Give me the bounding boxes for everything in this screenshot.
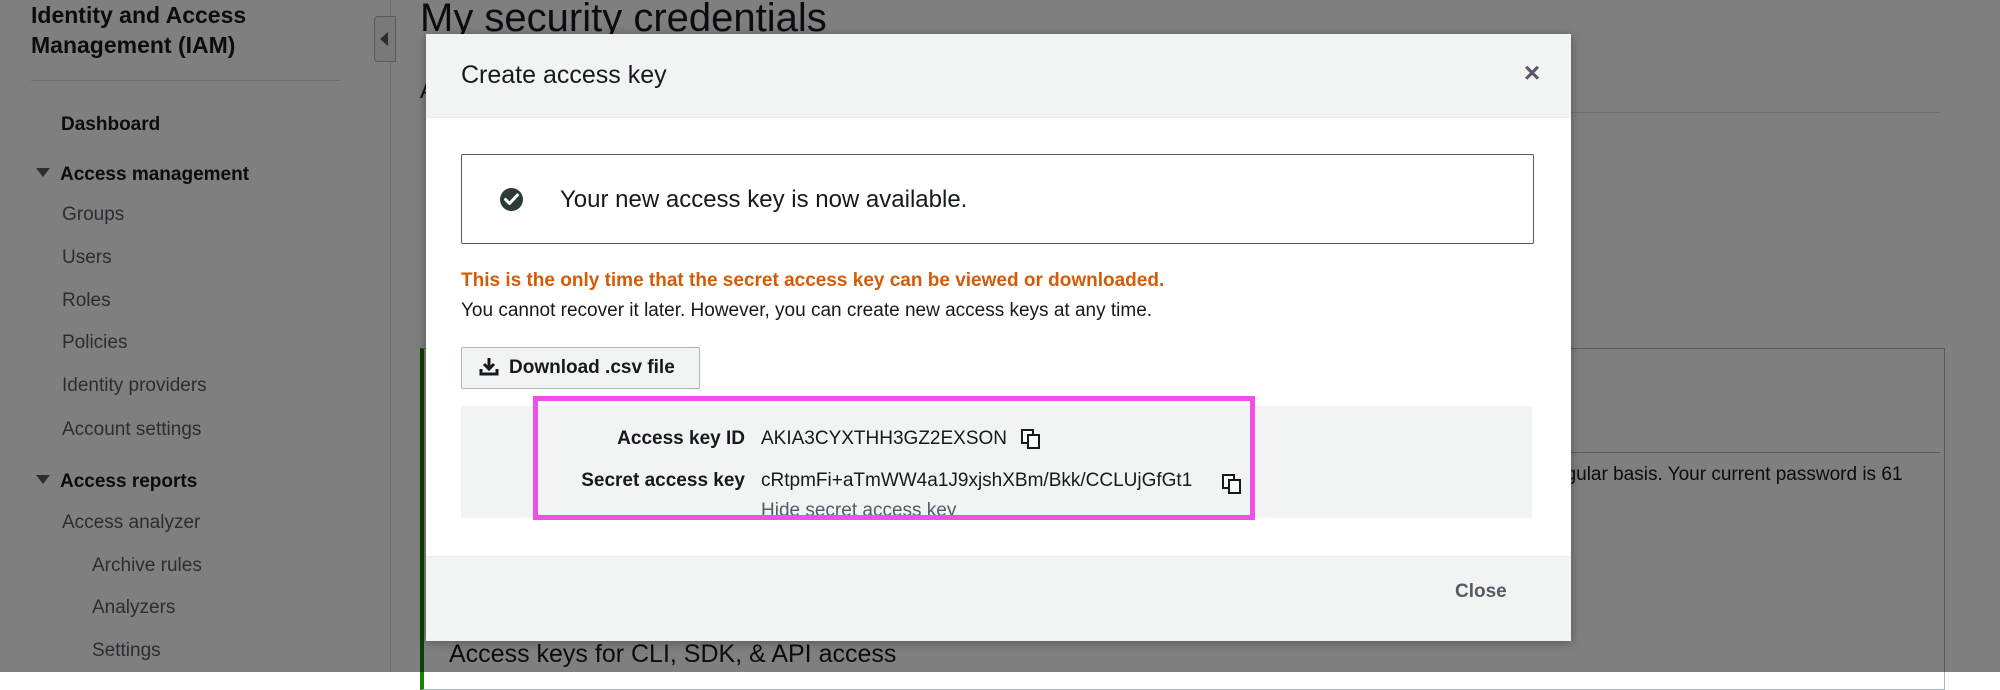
close-icon[interactable]: × [1517,58,1547,88]
success-message: Your new access key is now available. [560,186,968,213]
modal-footer: Close [426,556,1571,641]
create-access-key-modal: Create access key × Your new access key … [426,34,1571,641]
success-alert: Your new access key is now available. [461,154,1534,244]
modal-header: Create access key × [426,34,1571,118]
warning-message: This is the only time that the secret ac… [461,270,1165,291]
close-button[interactable]: Close [1455,581,1507,603]
highlight-box [533,396,1255,520]
download-csv-button[interactable]: Download .csv file [461,347,700,389]
download-csv-label: Download .csv file [509,357,675,378]
modal-title: Create access key [461,61,667,89]
download-icon [479,357,499,382]
check-circle-icon [500,188,523,211]
info-message: You cannot recover it later. However, yo… [461,300,1153,321]
